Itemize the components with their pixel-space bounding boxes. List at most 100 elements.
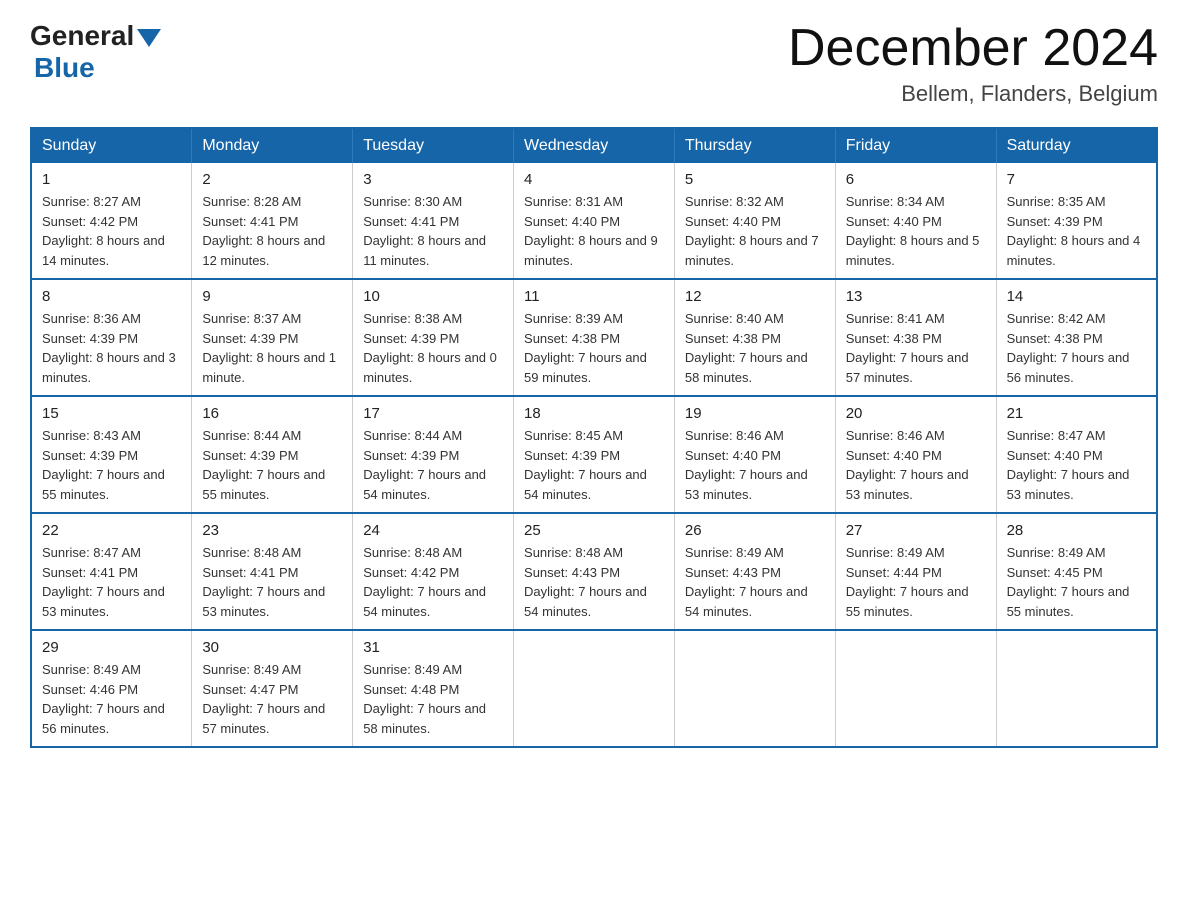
day-number: 25 bbox=[524, 522, 664, 539]
day-cell: 21Sunrise: 8:47 AMSunset: 4:40 PMDayligh… bbox=[996, 396, 1157, 513]
day-number: 10 bbox=[363, 288, 503, 305]
header-cell-friday: Friday bbox=[835, 128, 996, 163]
day-cell: 7 Sunrise: 8:35 AMSunset: 4:39 PMDaylight… bbox=[996, 163, 1157, 279]
day-info: Sunrise: 8:44 AMSunset: 4:39 PMDaylight:… bbox=[202, 426, 342, 504]
day-number: 1 bbox=[42, 171, 181, 188]
day-cell: 4 Sunrise: 8:31 AMSunset: 4:40 PMDaylight… bbox=[514, 163, 675, 279]
day-number: 16 bbox=[202, 405, 342, 422]
header-cell-sunday: Sunday bbox=[31, 128, 192, 163]
day-cell: 22 Sunrise: 8:47 AMSunset: 4:41 PMDayligh… bbox=[31, 513, 192, 630]
day-cell: 24 Sunrise: 8:48 AMSunset: 4:42 PMDayligh… bbox=[353, 513, 514, 630]
day-cell bbox=[674, 630, 835, 747]
day-number: 5 bbox=[685, 171, 825, 188]
day-number: 26 bbox=[685, 522, 825, 539]
day-number: 19 bbox=[685, 405, 825, 422]
day-cell: 13Sunrise: 8:41 AMSunset: 4:38 PMDayligh… bbox=[835, 279, 996, 396]
day-info: Sunrise: 8:48 AMSunset: 4:42 PMDaylight:… bbox=[363, 543, 503, 621]
header-cell-tuesday: Tuesday bbox=[353, 128, 514, 163]
day-number: 29 bbox=[42, 639, 181, 656]
week-row-1: 1Sunrise: 8:27 AMSunset: 4:42 PMDaylight… bbox=[31, 163, 1157, 279]
day-cell: 23Sunrise: 8:48 AMSunset: 4:41 PMDayligh… bbox=[192, 513, 353, 630]
logo-general-text: General bbox=[30, 20, 134, 52]
week-row-4: 22 Sunrise: 8:47 AMSunset: 4:41 PMDayligh… bbox=[31, 513, 1157, 630]
day-cell: 5 Sunrise: 8:32 AMSunset: 4:40 PMDaylight… bbox=[674, 163, 835, 279]
day-cell: 3 Sunrise: 8:30 AMSunset: 4:41 PMDaylight… bbox=[353, 163, 514, 279]
day-cell: 17Sunrise: 8:44 AMSunset: 4:39 PMDayligh… bbox=[353, 396, 514, 513]
day-number: 8 bbox=[42, 288, 181, 305]
day-number: 14 bbox=[1007, 288, 1146, 305]
day-number: 9 bbox=[202, 288, 342, 305]
day-info: Sunrise: 8:44 AMSunset: 4:39 PMDaylight:… bbox=[363, 426, 503, 504]
day-info: Sunrise: 8:36 AMSunset: 4:39 PMDaylight:… bbox=[42, 309, 181, 387]
calendar-header: SundayMondayTuesdayWednesdayThursdayFrid… bbox=[31, 128, 1157, 163]
day-info: Sunrise: 8:38 AMSunset: 4:39 PMDaylight:… bbox=[363, 309, 503, 387]
day-number: 3 bbox=[363, 171, 503, 188]
day-number: 2 bbox=[202, 171, 342, 188]
header-cell-monday: Monday bbox=[192, 128, 353, 163]
day-cell: 16 Sunrise: 8:44 AMSunset: 4:39 PMDayligh… bbox=[192, 396, 353, 513]
day-number: 22 bbox=[42, 522, 181, 539]
day-info: Sunrise: 8:32 AMSunset: 4:40 PMDaylight:… bbox=[685, 192, 825, 270]
day-cell: 6Sunrise: 8:34 AMSunset: 4:40 PMDaylight… bbox=[835, 163, 996, 279]
day-info: Sunrise: 8:43 AMSunset: 4:39 PMDaylight:… bbox=[42, 426, 181, 504]
day-number: 4 bbox=[524, 171, 664, 188]
day-cell: 29 Sunrise: 8:49 AMSunset: 4:46 PMDayligh… bbox=[31, 630, 192, 747]
day-number: 31 bbox=[363, 639, 503, 656]
day-info: Sunrise: 8:48 AMSunset: 4:41 PMDaylight:… bbox=[202, 543, 342, 621]
day-info: Sunrise: 8:49 AMSunset: 4:45 PMDaylight:… bbox=[1007, 543, 1146, 621]
day-cell: 28 Sunrise: 8:49 AMSunset: 4:45 PMDayligh… bbox=[996, 513, 1157, 630]
header-cell-saturday: Saturday bbox=[996, 128, 1157, 163]
page-header: General Blue December 2024 Bellem, Fland… bbox=[30, 20, 1158, 107]
day-number: 24 bbox=[363, 522, 503, 539]
day-cell bbox=[835, 630, 996, 747]
day-cell: 25Sunrise: 8:48 AMSunset: 4:43 PMDayligh… bbox=[514, 513, 675, 630]
day-number: 11 bbox=[524, 288, 664, 305]
day-info: Sunrise: 8:49 AMSunset: 4:48 PMDaylight:… bbox=[363, 660, 503, 738]
day-cell: 18 Sunrise: 8:45 AMSunset: 4:39 PMDayligh… bbox=[514, 396, 675, 513]
logo-blue-text: Blue bbox=[34, 52, 95, 83]
day-number: 18 bbox=[524, 405, 664, 422]
day-cell bbox=[514, 630, 675, 747]
day-info: Sunrise: 8:49 AMSunset: 4:47 PMDaylight:… bbox=[202, 660, 342, 738]
day-info: Sunrise: 8:46 AMSunset: 4:40 PMDaylight:… bbox=[846, 426, 986, 504]
day-cell: 15 Sunrise: 8:43 AMSunset: 4:39 PMDayligh… bbox=[31, 396, 192, 513]
day-info: Sunrise: 8:49 AMSunset: 4:43 PMDaylight:… bbox=[685, 543, 825, 621]
logo-triangle-icon bbox=[137, 29, 161, 47]
title-block: December 2024 Bellem, Flanders, Belgium bbox=[788, 20, 1158, 107]
day-cell: 19Sunrise: 8:46 AMSunset: 4:40 PMDayligh… bbox=[674, 396, 835, 513]
day-info: Sunrise: 8:35 AMSunset: 4:39 PMDaylight:… bbox=[1007, 192, 1146, 270]
day-info: Sunrise: 8:28 AMSunset: 4:41 PMDaylight:… bbox=[202, 192, 342, 270]
day-cell: 26 Sunrise: 8:49 AMSunset: 4:43 PMDayligh… bbox=[674, 513, 835, 630]
day-info: Sunrise: 8:49 AMSunset: 4:44 PMDaylight:… bbox=[846, 543, 986, 621]
day-cell: 11Sunrise: 8:39 AMSunset: 4:38 PMDayligh… bbox=[514, 279, 675, 396]
day-info: Sunrise: 8:47 AMSunset: 4:41 PMDaylight:… bbox=[42, 543, 181, 621]
header-cell-wednesday: Wednesday bbox=[514, 128, 675, 163]
day-cell: 30Sunrise: 8:49 AMSunset: 4:47 PMDayligh… bbox=[192, 630, 353, 747]
calendar-body: 1Sunrise: 8:27 AMSunset: 4:42 PMDaylight… bbox=[31, 163, 1157, 747]
day-cell: 1Sunrise: 8:27 AMSunset: 4:42 PMDaylight… bbox=[31, 163, 192, 279]
day-number: 15 bbox=[42, 405, 181, 422]
calendar-table: SundayMondayTuesdayWednesdayThursdayFrid… bbox=[30, 127, 1158, 748]
day-info: Sunrise: 8:45 AMSunset: 4:39 PMDaylight:… bbox=[524, 426, 664, 504]
logo: General Blue bbox=[30, 20, 161, 84]
day-number: 21 bbox=[1007, 405, 1146, 422]
day-number: 28 bbox=[1007, 522, 1146, 539]
day-cell: 20 Sunrise: 8:46 AMSunset: 4:40 PMDayligh… bbox=[835, 396, 996, 513]
day-info: Sunrise: 8:49 AMSunset: 4:46 PMDaylight:… bbox=[42, 660, 181, 738]
header-cell-thursday: Thursday bbox=[674, 128, 835, 163]
day-info: Sunrise: 8:30 AMSunset: 4:41 PMDaylight:… bbox=[363, 192, 503, 270]
day-cell: 12 Sunrise: 8:40 AMSunset: 4:38 PMDayligh… bbox=[674, 279, 835, 396]
day-cell: 31 Sunrise: 8:49 AMSunset: 4:48 PMDayligh… bbox=[353, 630, 514, 747]
day-info: Sunrise: 8:31 AMSunset: 4:40 PMDaylight:… bbox=[524, 192, 664, 270]
day-info: Sunrise: 8:40 AMSunset: 4:38 PMDaylight:… bbox=[685, 309, 825, 387]
day-number: 20 bbox=[846, 405, 986, 422]
day-cell: 10 Sunrise: 8:38 AMSunset: 4:39 PMDayligh… bbox=[353, 279, 514, 396]
location-title: Bellem, Flanders, Belgium bbox=[788, 81, 1158, 107]
day-info: Sunrise: 8:41 AMSunset: 4:38 PMDaylight:… bbox=[846, 309, 986, 387]
day-number: 7 bbox=[1007, 171, 1146, 188]
week-row-2: 8 Sunrise: 8:36 AMSunset: 4:39 PMDaylight… bbox=[31, 279, 1157, 396]
day-cell: 14Sunrise: 8:42 AMSunset: 4:38 PMDayligh… bbox=[996, 279, 1157, 396]
day-number: 12 bbox=[685, 288, 825, 305]
day-cell: 27Sunrise: 8:49 AMSunset: 4:44 PMDayligh… bbox=[835, 513, 996, 630]
header-row: SundayMondayTuesdayWednesdayThursdayFrid… bbox=[31, 128, 1157, 163]
